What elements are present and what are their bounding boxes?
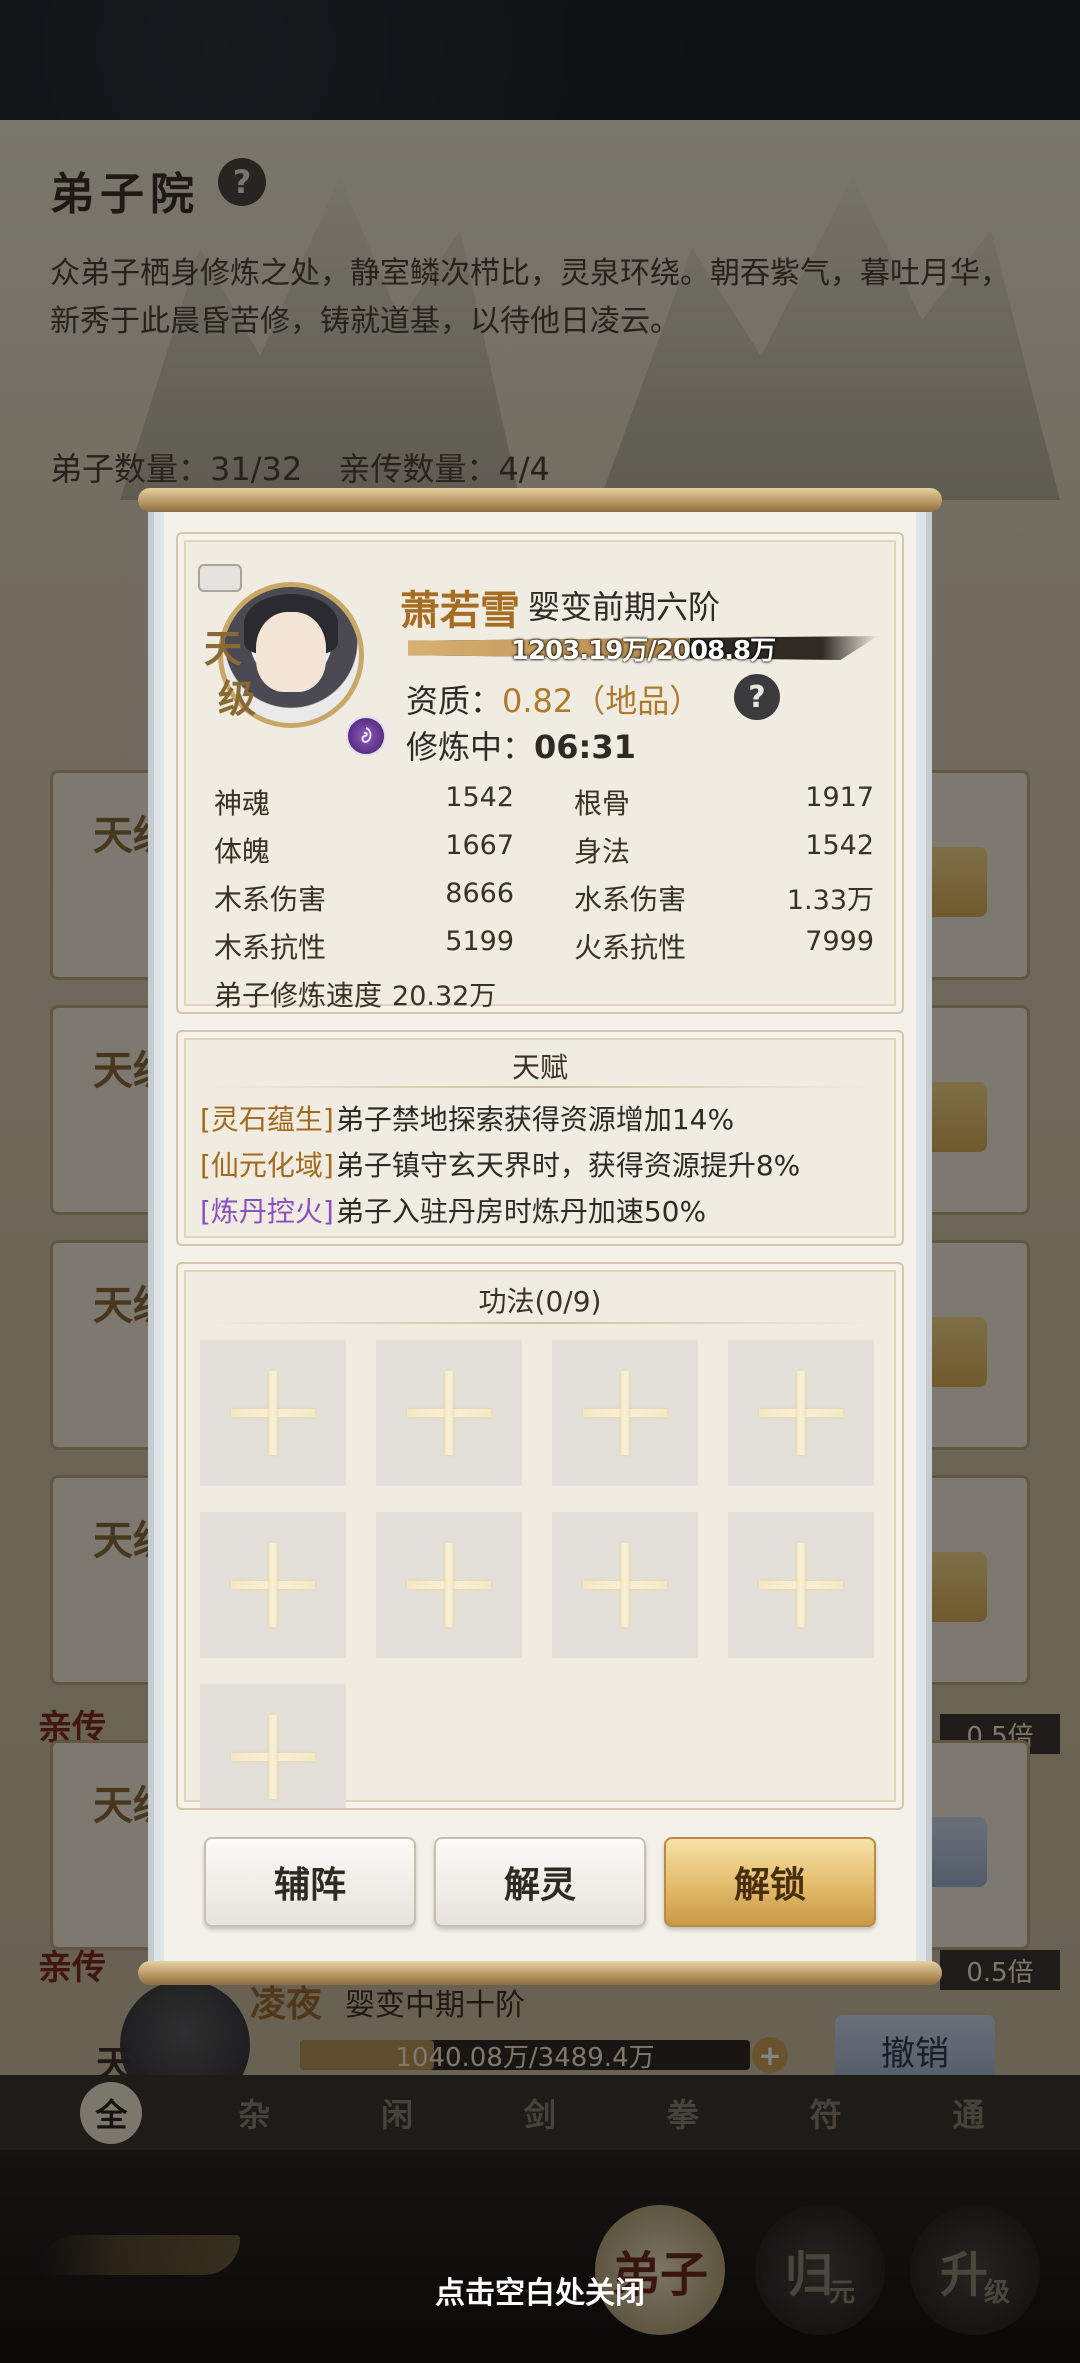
cultivation-progress-text: 1203.19万/2008.8万 — [510, 636, 776, 666]
stat-item: 火系抗性 7999 — [544, 926, 874, 964]
stat-label: 火系抗性 — [574, 931, 687, 964]
stat-label: 木系抗性 — [214, 931, 327, 964]
stat-item: 身法 1542 — [544, 830, 874, 868]
title-divider — [208, 1086, 872, 1088]
skill-slot[interactable] — [552, 1512, 698, 1658]
stat-label: 木系伤害 — [214, 883, 327, 916]
skill-slot[interactable] — [200, 1512, 346, 1658]
stat-value: 1542 — [445, 782, 514, 813]
talent-item[interactable]: [炼丹控火]弟子入驻丹房时炼丹加速50% — [200, 1190, 706, 1230]
grade-char: 天 — [204, 626, 243, 671]
talent-item[interactable]: [仙元化域]弟子镇守玄天界时，获得资源提升8% — [200, 1144, 800, 1184]
attribute-grid: 神魂 1542 根骨 1917 体魄 1667 身法 1542 木系伤害 8666 水系伤… — [214, 782, 874, 1012]
stat-label: 体魄 — [214, 835, 271, 868]
talent-tag: [炼丹控火] — [200, 1195, 334, 1228]
avatar-face — [256, 612, 326, 692]
stat-value: 1917 — [805, 782, 874, 813]
profile-panel[interactable]: 天 级 萧若雪 婴变前期六阶 1203.19万/2008.8万 资质：0.82（… — [176, 532, 904, 1014]
skill-slot[interactable] — [552, 1340, 698, 1486]
skills-title: 功法(0/9) — [478, 1285, 602, 1318]
title-divider — [208, 1322, 872, 1324]
training-timer: 06:31 — [534, 728, 636, 766]
skill-slot[interactable] — [200, 1684, 346, 1808]
training-row: 修炼中：06:31 — [406, 722, 636, 768]
aptitude-row: 资质：0.82（地品） — [406, 676, 701, 722]
aptitude-help-icon[interactable]: ? — [734, 674, 780, 720]
aptitude-value: 0.82（地品） — [502, 682, 702, 720]
stat-item: 根骨 1917 — [544, 782, 874, 820]
stat-item: 弟子修炼速度 20.32万 — [214, 974, 544, 1012]
skills-panel: 功法(0/9) — [176, 1262, 904, 1810]
tag-icon — [198, 564, 242, 592]
talent-text: 弟子入驻丹房时炼丹加速50% — [335, 1195, 707, 1228]
formation-button[interactable]: 辅阵 — [204, 1837, 416, 1927]
grade-char: 级 — [218, 676, 257, 721]
stat-value: 7999 — [805, 926, 874, 957]
stat-value: 20.32万 — [392, 981, 497, 1012]
disciple-realm: 婴变前期六阶 — [528, 588, 721, 626]
aptitude-label: 资质： — [406, 682, 503, 720]
talent-item[interactable]: [灵石蕴生]弟子禁地探索获得资源增加14% — [200, 1098, 734, 1138]
add-icon — [407, 1543, 491, 1627]
wood-spirit-icon — [346, 716, 386, 756]
stat-item: 木系抗性 5199 — [214, 926, 544, 964]
stat-item: 体魄 1667 — [214, 830, 544, 868]
stat-item: 木系伤害 8666 — [214, 878, 544, 916]
training-label: 修炼中： — [406, 728, 535, 766]
stat-label: 神魂 — [214, 787, 271, 820]
close-hint: 点击空白处关闭 — [435, 2276, 645, 2311]
skill-slot[interactable] — [200, 1340, 346, 1486]
add-icon — [231, 1371, 315, 1455]
add-icon — [583, 1543, 667, 1627]
skill-slot[interactable] — [728, 1340, 874, 1486]
add-icon — [583, 1371, 667, 1455]
add-icon — [231, 1715, 315, 1799]
stat-value: 5199 — [445, 926, 514, 957]
talent-tag: [仙元化域] — [200, 1149, 334, 1182]
scroll-rod-top — [138, 488, 942, 512]
skill-slot[interactable] — [376, 1512, 522, 1658]
add-icon — [759, 1371, 843, 1455]
add-icon — [759, 1543, 843, 1627]
disciple-avatar[interactable]: 天 级 — [198, 564, 386, 756]
talent-text: 弟子禁地探索获得资源增加14% — [335, 1103, 735, 1136]
stat-label: 水系伤害 — [574, 883, 687, 916]
talent-tag: [灵石蕴生] — [200, 1103, 334, 1136]
stat-label: 根骨 — [574, 787, 631, 820]
stat-label: 弟子修炼速度 — [214, 979, 383, 1012]
talent-title: 天赋 — [511, 1051, 568, 1084]
add-icon — [407, 1371, 491, 1455]
skill-slot[interactable] — [728, 1512, 874, 1658]
skill-slot[interactable] — [376, 1340, 522, 1486]
talent-text: 弟子镇守玄天界时，获得资源提升8% — [335, 1149, 801, 1182]
talent-panel: 天赋 [灵石蕴生]弟子禁地探索获得资源增加14% [仙元化域]弟子镇守玄天界时，… — [176, 1030, 904, 1246]
stat-item: 水系伤害 1.33万 — [544, 878, 874, 916]
stat-value: 1667 — [445, 830, 514, 861]
unlock-button[interactable]: 解锁 — [664, 1837, 876, 1927]
grade-badge: 天 级 — [204, 624, 257, 724]
stat-value: 8666 — [445, 878, 514, 909]
stat-item: 神魂 1542 — [214, 782, 544, 820]
add-icon — [231, 1543, 315, 1627]
release-spirit-button[interactable]: 解灵 — [434, 1837, 646, 1927]
stat-label: 身法 — [574, 835, 631, 868]
stat-value: 1.33万 — [786, 885, 874, 916]
disciple-name: 萧若雪 — [400, 587, 520, 634]
stat-value: 1542 — [805, 830, 874, 861]
scroll-rod-bottom — [138, 1961, 942, 1985]
